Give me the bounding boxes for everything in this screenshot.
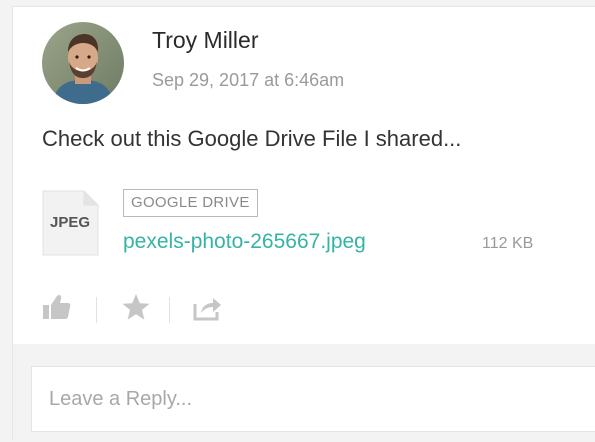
avatar-image [42,22,124,104]
author-name[interactable]: Troy Miller [152,27,258,54]
post-timestamp: Sep 29, 2017 at 6:46am [152,70,345,90]
like-button[interactable] [41,291,73,325]
star-icon [122,294,150,320]
attachment-file-size: 112 KB [482,235,534,252]
file-type-label: JPEG [49,214,91,231]
avatar[interactable] [42,22,124,104]
reply-input[interactable] [31,366,595,432]
action-divider [96,297,97,323]
post-message: Check out this Google Drive File I share… [42,126,462,151]
action-divider [169,297,170,323]
attachment-file-link[interactable]: pexels-photo-265667.jpeg [123,230,366,254]
favorite-button[interactable] [120,291,152,325]
share-button[interactable] [191,291,223,325]
reply-section [13,344,595,442]
attachment-source-badge: GOOGLE DRIVE [123,189,258,217]
file-type-icon[interactable]: JPEG [42,190,106,256]
thumbs-up-icon [43,295,71,319]
share-icon [193,298,221,321]
post-card: Troy Miller Sep 29, 2017 at 6:46am Check… [12,6,595,442]
